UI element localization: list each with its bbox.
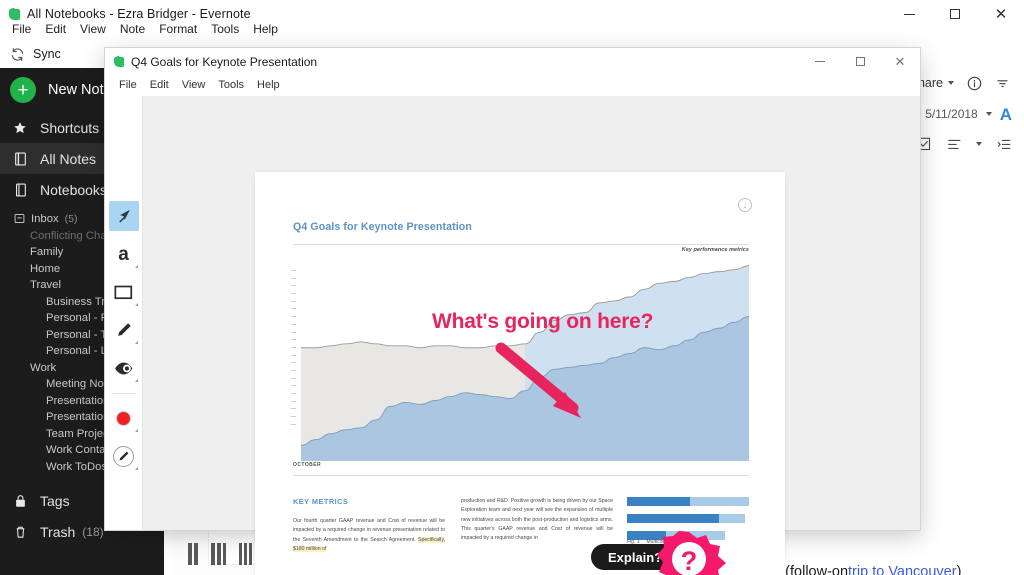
- color-red-swatch[interactable]: [109, 403, 139, 433]
- menu-file[interactable]: File: [6, 21, 37, 37]
- date-chevron-down-icon[interactable]: [986, 112, 992, 116]
- menu-help[interactable]: Help: [247, 21, 284, 37]
- stamp-glyph: ?: [681, 546, 698, 575]
- annotation-question-stamp[interactable]: ?: [655, 530, 727, 575]
- pen-style-tool[interactable]: [109, 441, 139, 471]
- text-tool[interactable]: a: [109, 239, 139, 269]
- notebook-tree-label: Family: [30, 246, 63, 258]
- annotation-text[interactable]: What's going on here?: [432, 310, 653, 334]
- trash-icon: [12, 524, 28, 540]
- y-axis-ticks: [291, 270, 296, 431]
- tag-icon: [12, 493, 28, 509]
- pen-tool[interactable]: [109, 315, 139, 345]
- menu-edit[interactable]: Edit: [39, 21, 72, 37]
- sidebar-item-label: All Notes: [40, 151, 96, 167]
- tool-options-corner-icon: [135, 379, 138, 382]
- plus-icon: +: [10, 77, 36, 103]
- skitch-menu-edit[interactable]: Edit: [144, 78, 175, 92]
- skitch-window-title: Q4 Goals for Keynote Presentation: [131, 55, 317, 69]
- sidebar-item-label: Notebooks: [40, 182, 107, 198]
- color-options-corner-icon: [135, 429, 138, 432]
- sidebar-item-label: Tags: [40, 493, 70, 509]
- font-color-A-icon[interactable]: A: [1000, 106, 1012, 123]
- notebook-tree-label: Work: [30, 362, 56, 374]
- title-divider: [293, 244, 749, 245]
- skitch-menu-file[interactable]: File: [113, 78, 143, 92]
- skitch-menu-tools[interactable]: Tools: [212, 78, 250, 92]
- sidebar-item-label: Shortcuts: [40, 120, 99, 136]
- notebook-tree-label: Work ToDos: [46, 461, 107, 473]
- trash-count: (18): [82, 525, 103, 539]
- skitch-window-controls: ✕: [800, 48, 920, 75]
- align-chevron-down-icon[interactable]: [976, 142, 982, 146]
- skitch-close-button[interactable]: ✕: [880, 48, 920, 75]
- body-column-2: production and R&D. Positive growth is b…: [461, 497, 613, 543]
- indent-icon[interactable]: [996, 136, 1012, 152]
- sidebar-item-label: Trash: [40, 524, 75, 540]
- checklist-suffix: ): [957, 564, 962, 575]
- info-circle-icon[interactable]: [966, 75, 982, 91]
- notebook-icon: [12, 182, 28, 198]
- x-axis-line: [293, 475, 749, 476]
- star-icon: [12, 120, 28, 136]
- skitch-maximize-button[interactable]: [840, 48, 880, 75]
- tool-options-corner-icon: [135, 265, 138, 268]
- skitch-titlebar: Q4 Goals for Keynote Presentation ✕: [105, 48, 920, 75]
- notebook-count: (5): [65, 213, 78, 225]
- skitch-tool-palette: a: [105, 96, 143, 530]
- note-date[interactable]: 5/11/2018: [925, 107, 978, 121]
- notebook-tree-label: Inbox: [31, 213, 59, 225]
- bar-row: [627, 497, 749, 506]
- skitch-canvas: a: [105, 96, 920, 530]
- skitch-menu-view[interactable]: View: [176, 78, 212, 92]
- tool-options-corner-icon: [135, 303, 138, 306]
- body-column-1: Our fourth quarter GAAP revenue and Cost…: [293, 517, 445, 554]
- menu-tools[interactable]: Tools: [205, 21, 245, 37]
- inbox-icon: [14, 213, 26, 225]
- arrow-down-circle-icon: ↓: [738, 198, 752, 212]
- sync-refresh-icon: [10, 47, 25, 62]
- notebook-tree-label: Travel: [30, 279, 61, 291]
- notebook-tree-label: Home: [30, 263, 60, 275]
- note-icon: [12, 151, 28, 167]
- checklist-link[interactable]: trip to Vancouver: [848, 564, 957, 575]
- evernote-elephant-icon: [114, 57, 124, 67]
- skitch-menu-help[interactable]: Help: [251, 78, 286, 92]
- annotation-arrow-icon[interactable]: [495, 342, 605, 437]
- evernote-menubar: File Edit View Note Format Tools Help: [0, 19, 1024, 39]
- annotated-document-page[interactable]: ↓ Q4 Goals for Keynote Presentation Key …: [255, 172, 785, 575]
- bar-row: [627, 514, 749, 523]
- palette-divider: [112, 393, 136, 394]
- more-options-chevron-icon[interactable]: [994, 75, 1010, 91]
- key-metrics-heading: KEY METRICS: [293, 497, 348, 506]
- x-axis-label: OCTOBER: [293, 462, 321, 468]
- stamp-tool[interactable]: [109, 353, 139, 383]
- menu-view[interactable]: View: [74, 21, 112, 37]
- sync-label: Sync: [33, 47, 61, 61]
- skitch-annotation-window: Q4 Goals for Keynote Presentation ✕ File…: [105, 48, 920, 530]
- kpi-caption: Key performance metrics: [682, 247, 749, 253]
- chevron-down-icon[interactable]: [948, 81, 954, 85]
- evernote-elephant-icon: [9, 9, 20, 20]
- tool-options-corner-icon: [135, 341, 138, 344]
- menu-note[interactable]: Note: [114, 21, 151, 37]
- menu-format[interactable]: Format: [153, 21, 203, 37]
- align-left-icon[interactable]: [946, 136, 962, 152]
- document-title: Q4 Goals for Keynote Presentation: [293, 221, 472, 233]
- skitch-minimize-button[interactable]: [800, 48, 840, 75]
- arrow-tool[interactable]: [109, 201, 139, 231]
- new-note-label: New Note: [48, 82, 112, 98]
- skitch-menubar: File Edit View Tools Help: [105, 75, 920, 95]
- rectangle-tool[interactable]: [109, 277, 139, 307]
- style-options-corner-icon: [135, 467, 138, 470]
